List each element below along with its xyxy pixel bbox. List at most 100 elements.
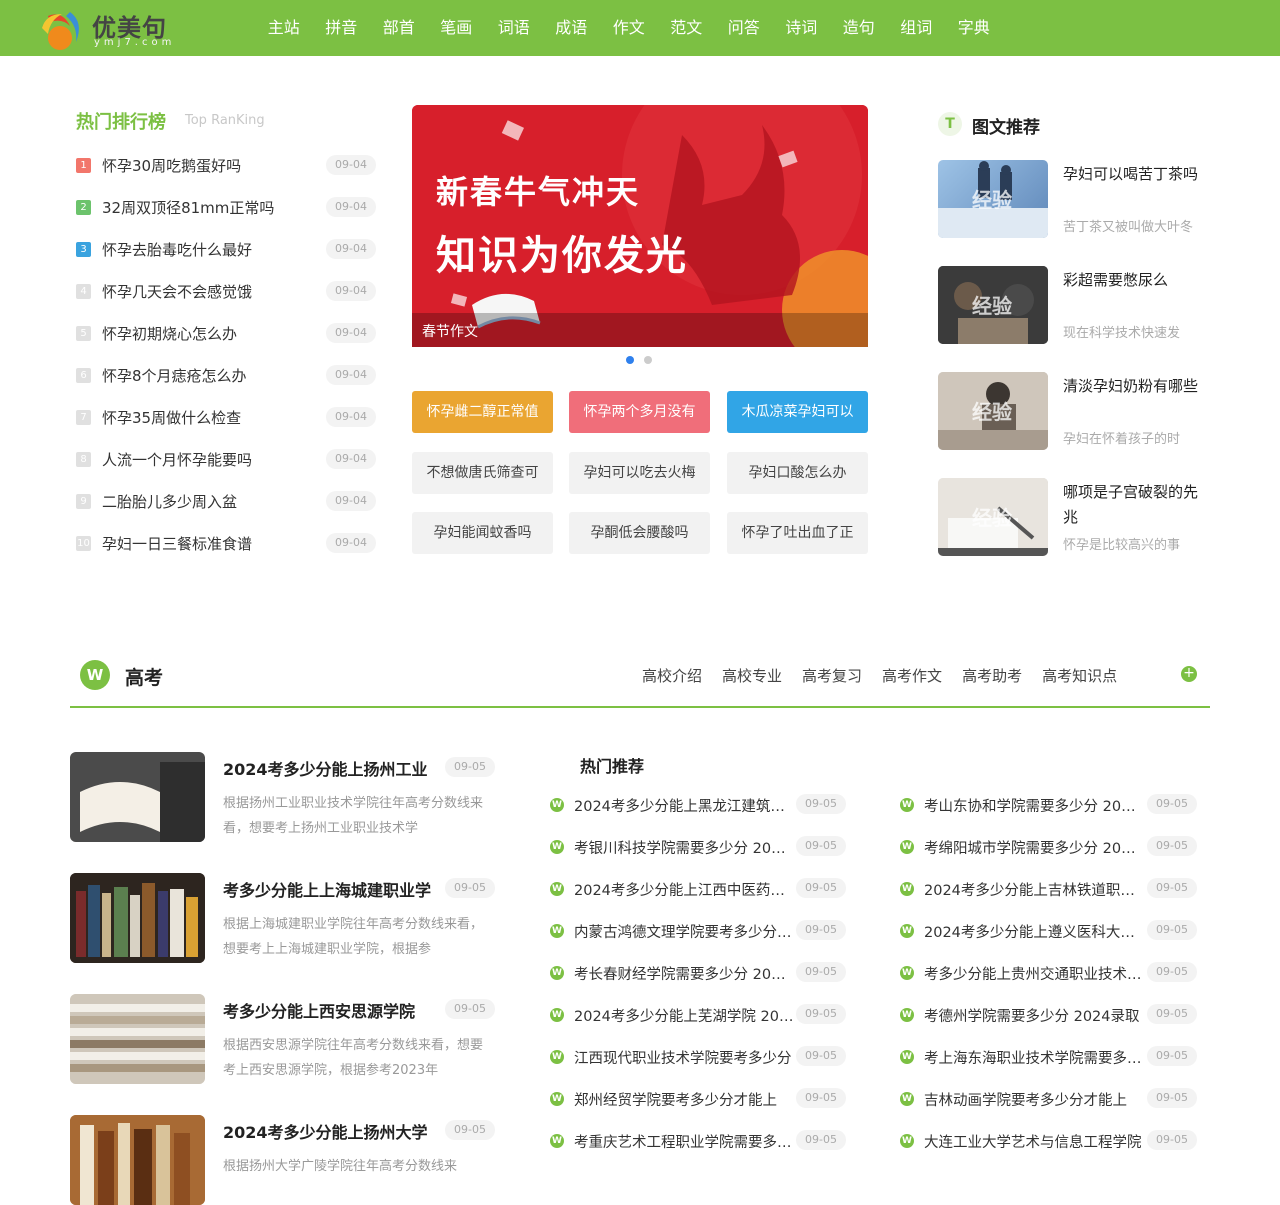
- pick-title[interactable]: 哪项是子宫破裂的先兆: [1063, 480, 1208, 530]
- tag-link[interactable]: 怀孕雌二醇正常值: [412, 391, 553, 433]
- pick-item[interactable]: 经验 彩超需要憋尿么 现在科学技术快速发: [938, 266, 1208, 344]
- hot-link[interactable]: 内蒙古鸿德文理学院要考多少分才能上: [574, 921, 794, 942]
- ranking-item[interactable]: 9 二胎胎儿多少周入盆 09-04: [76, 480, 376, 522]
- hot-item[interactable]: W 考德州学院需要多少分 2024录取 09-05: [900, 994, 1200, 1036]
- ranking-item[interactable]: 7 怀孕35周做什么检查 09-04: [76, 396, 376, 438]
- nav-item[interactable]: 成语: [543, 0, 601, 56]
- hot-item[interactable]: W 2024考多少分能上遵义医科大学医学与科技学院09-05: [900, 910, 1200, 952]
- pick-title[interactable]: 清淡孕妇奶粉有哪些: [1063, 374, 1208, 399]
- article-title[interactable]: 2024考多少分能上扬州工业: [223, 756, 428, 780]
- ranking-item[interactable]: 1 怀孕30周吃鹅蛋好吗 09-04: [76, 144, 376, 186]
- hot-item[interactable]: W 2024考多少分能上吉林铁道职业技术学院09-05: [900, 868, 1200, 910]
- more-plus-icon[interactable]: +: [1181, 666, 1197, 682]
- hot-item[interactable]: W 大连工业大学艺术与信息工程学院 09-05: [900, 1120, 1200, 1162]
- nav-item[interactable]: 组词: [888, 0, 946, 56]
- ranking-item[interactable]: 5 怀孕初期烧心怎么办 09-04: [76, 312, 376, 354]
- tag-link[interactable]: 孕妇口酸怎么办: [727, 452, 868, 494]
- section-tab[interactable]: 高考作文: [882, 665, 942, 686]
- hot-item[interactable]: W 考多少分能上贵州交通职业技术学院 09-05: [900, 952, 1200, 994]
- article-item[interactable]: 考多少分能上西安思源学院 09-05 根据西安思源学院往年高考分数线来看，想要考…: [70, 994, 495, 1084]
- tag-link[interactable]: 木瓜凉菜孕妇可以: [727, 391, 868, 433]
- ranking-link[interactable]: 怀孕几天会不会感觉饿: [102, 281, 252, 302]
- section-tab[interactable]: 高校专业: [722, 665, 782, 686]
- nav-item[interactable]: 字典: [945, 0, 1003, 56]
- pick-item[interactable]: 经验 孕妇可以喝苦丁茶吗 苦丁茶又被叫做大叶冬: [938, 160, 1208, 238]
- nav-item[interactable]: 作文: [600, 0, 658, 56]
- tag-link[interactable]: 孕妇可以吃去火梅: [569, 452, 710, 494]
- ranking-link[interactable]: 孕妇一日三餐标准食谱: [102, 533, 252, 554]
- hot-item[interactable]: W 考重庆艺术工程职业学院需要多少分 09-05: [550, 1120, 850, 1162]
- banner-carousel[interactable]: 新春牛气冲天 知识为你发光 春节作文: [412, 105, 868, 347]
- hot-link[interactable]: 考德州学院需要多少分 2024录取: [924, 1005, 1144, 1026]
- ranking-item[interactable]: 6 怀孕8个月痣疮怎么办 09-04: [76, 354, 376, 396]
- article-item[interactable]: 2024考多少分能上扬州大学 09-05 根据扬州大学广陵学院往年高考分数线来: [70, 1115, 495, 1205]
- ranking-link[interactable]: 怀孕8个月痣疮怎么办: [102, 365, 247, 386]
- hot-item[interactable]: W 考绵阳城市学院需要多少分 2024录取09-05: [900, 826, 1200, 868]
- nav-item[interactable]: 主站: [255, 0, 313, 56]
- tag-link[interactable]: 不想做唐氏筛查可: [412, 452, 553, 494]
- section-tab[interactable]: 高考知识点: [1042, 665, 1117, 686]
- article-title[interactable]: 考多少分能上上海城建职业学: [223, 877, 431, 901]
- hot-item[interactable]: W 考长春财经学院需要多少分 2024录取09-05: [550, 952, 850, 994]
- banner-caption[interactable]: 春节作文: [422, 321, 478, 341]
- hot-link[interactable]: 江西现代职业技术学院要考多少分: [574, 1047, 794, 1068]
- hot-item[interactable]: W 考上海东海职业技术学院需要多少分 09-05: [900, 1036, 1200, 1078]
- section-tab[interactable]: 高考复习: [802, 665, 862, 686]
- hot-link[interactable]: 考长春财经学院需要多少分 2024录取: [574, 963, 794, 984]
- ranking-link[interactable]: 怀孕30周吃鹅蛋好吗: [102, 155, 241, 176]
- hot-link[interactable]: 考绵阳城市学院需要多少分 2024录取: [924, 837, 1144, 858]
- article-thumbnail[interactable]: [70, 994, 205, 1084]
- hot-link[interactable]: 郑州经贸学院要考多少分才能上: [574, 1089, 794, 1110]
- article-item[interactable]: 2024考多少分能上扬州工业 09-05 根据扬州工业职业技术学院往年高考分数线…: [70, 752, 495, 842]
- hot-link[interactable]: 2024考多少分能上遵义医科大学医学与科技学院: [924, 921, 1144, 942]
- hot-item[interactable]: W 内蒙古鸿德文理学院要考多少分才能上09-05: [550, 910, 850, 952]
- hot-item[interactable]: W 2024考多少分能上芜湖学院 2024录取09-05: [550, 994, 850, 1036]
- ranking-link[interactable]: 二胎胎儿多少周入盆: [102, 491, 237, 512]
- pick-thumbnail[interactable]: 经验: [938, 478, 1048, 556]
- tag-link[interactable]: 孕酮低会腰酸吗: [569, 512, 710, 554]
- hot-link[interactable]: 考山东协和学院需要多少分 2024录取: [924, 795, 1144, 816]
- hot-item[interactable]: W 考银川科技学院需要多少分 2024录取09-05: [550, 826, 850, 868]
- nav-item[interactable]: 问答: [715, 0, 773, 56]
- article-item[interactable]: 考多少分能上上海城建职业学 09-05 根据上海城建职业学院往年高考分数线来看，…: [70, 873, 495, 963]
- pick-thumbnail[interactable]: 经验: [938, 266, 1048, 344]
- ranking-item[interactable]: 2 32周双顶径81mm正常吗 09-04: [76, 186, 376, 228]
- nav-item[interactable]: 笔画: [428, 0, 486, 56]
- hot-item[interactable]: W 江西现代职业技术学院要考多少分 09-05: [550, 1036, 850, 1078]
- hot-link[interactable]: 考银川科技学院需要多少分 2024录取: [574, 837, 794, 858]
- hot-link[interactable]: 2024考多少分能上吉林铁道职业技术学院: [924, 879, 1144, 900]
- ranking-link[interactable]: 32周双顶径81mm正常吗: [102, 197, 274, 218]
- ranking-item[interactable]: 4 怀孕几天会不会感觉饿 09-04: [76, 270, 376, 312]
- ranking-item[interactable]: 3 怀孕去胎毒吃什么最好 09-04: [76, 228, 376, 270]
- carousel-dot-active[interactable]: [626, 356, 634, 364]
- pick-item[interactable]: 经验 哪项是子宫破裂的先兆 怀孕是比较高兴的事: [938, 478, 1208, 556]
- article-thumbnail[interactable]: [70, 873, 205, 963]
- hot-item[interactable]: W 2024考多少分能上黑龙江建筑职业技术学院09-05: [550, 784, 850, 826]
- ranking-item[interactable]: 8 人流一个月怀孕能要吗 09-04: [76, 438, 376, 480]
- hot-link[interactable]: 考上海东海职业技术学院需要多少分: [924, 1047, 1144, 1068]
- pick-item[interactable]: 经验 清淡孕妇奶粉有哪些 孕妇在怀着孩子的时: [938, 372, 1208, 450]
- ranking-link[interactable]: 人流一个月怀孕能要吗: [102, 449, 252, 470]
- carousel-dot[interactable]: [644, 356, 652, 364]
- hot-link[interactable]: 2024考多少分能上黑龙江建筑职业技术学院: [574, 795, 794, 816]
- pick-title[interactable]: 孕妇可以喝苦丁茶吗: [1063, 162, 1208, 187]
- hot-link[interactable]: 2024考多少分能上芜湖学院 2024录取: [574, 1005, 794, 1026]
- article-thumbnail[interactable]: [70, 1115, 205, 1205]
- hot-item[interactable]: W 郑州经贸学院要考多少分才能上 09-05: [550, 1078, 850, 1120]
- ranking-link[interactable]: 怀孕35周做什么检查: [102, 407, 241, 428]
- ranking-link[interactable]: 怀孕初期烧心怎么办: [102, 323, 237, 344]
- nav-item[interactable]: 词语: [485, 0, 543, 56]
- tag-link[interactable]: 怀孕了吐出血了正: [727, 512, 868, 554]
- ranking-item[interactable]: 10 孕妇一日三餐标准食谱 09-04: [76, 522, 376, 564]
- site-logo[interactable]: 优美句 ymj7.com: [40, 6, 180, 52]
- hot-link[interactable]: 2024考多少分能上江西中医药高等专科学校: [574, 879, 794, 900]
- hot-item[interactable]: W 考山东协和学院需要多少分 2024录取09-05: [900, 784, 1200, 826]
- ranking-link[interactable]: 怀孕去胎毒吃什么最好: [102, 239, 252, 260]
- nav-item[interactable]: 诗词: [773, 0, 831, 56]
- article-title[interactable]: 2024考多少分能上扬州大学: [223, 1119, 428, 1143]
- hot-link[interactable]: 考重庆艺术工程职业学院需要多少分: [574, 1131, 794, 1152]
- nav-item[interactable]: 部首: [370, 0, 428, 56]
- hot-item[interactable]: W 2024考多少分能上江西中医药高等专科学校09-05: [550, 868, 850, 910]
- pick-thumbnail[interactable]: 经验: [938, 160, 1048, 238]
- section-tab[interactable]: 高校介绍: [642, 665, 702, 686]
